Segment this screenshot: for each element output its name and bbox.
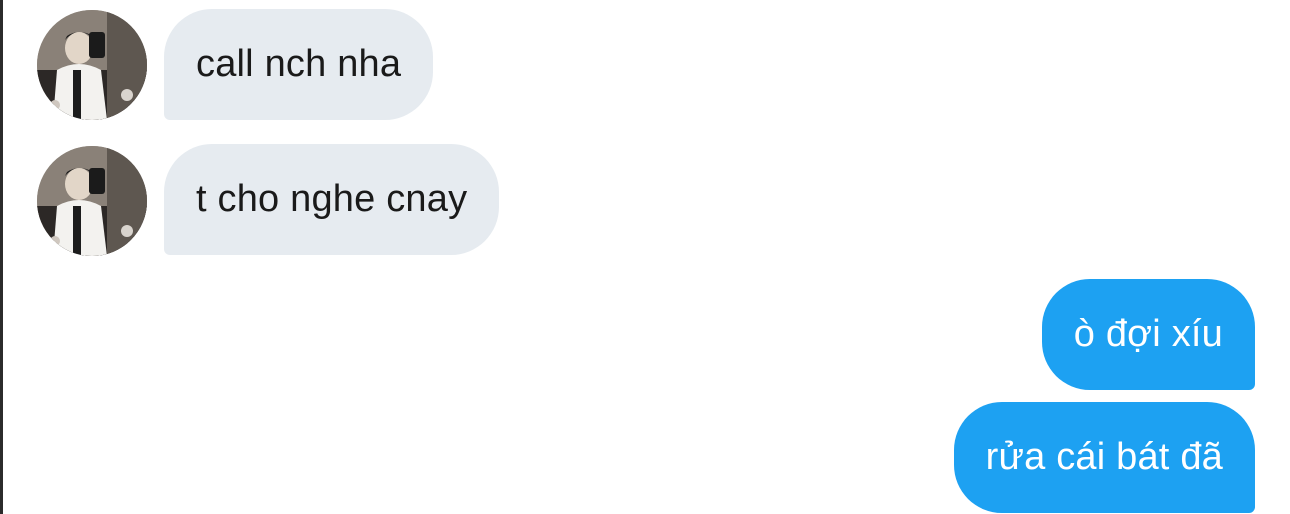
avatar-photo-icon: [37, 10, 147, 120]
avatar-photo-icon: [37, 146, 147, 256]
message-text: call nch nha: [196, 43, 402, 85]
contact-avatar[interactable]: [37, 146, 147, 256]
contact-avatar[interactable]: [37, 10, 147, 120]
message-text: ò đợi xíu: [1073, 313, 1223, 355]
outgoing-message-bubble[interactable]: ò đợi xíu: [1041, 279, 1255, 390]
incoming-message-bubble[interactable]: t cho nghe cnay: [164, 144, 500, 255]
outgoing-message-bubble[interactable]: rửa cái bát đã: [953, 402, 1255, 513]
message-text: rửa cái bát đã: [985, 436, 1223, 478]
window-edge: [0, 0, 3, 514]
chat-thread: call nch nha t cho nghe cnay ò đợi xíu r…: [0, 0, 1290, 514]
message-text: t cho nghe cnay: [196, 178, 468, 220]
incoming-message-bubble[interactable]: call nch nha: [164, 9, 434, 120]
